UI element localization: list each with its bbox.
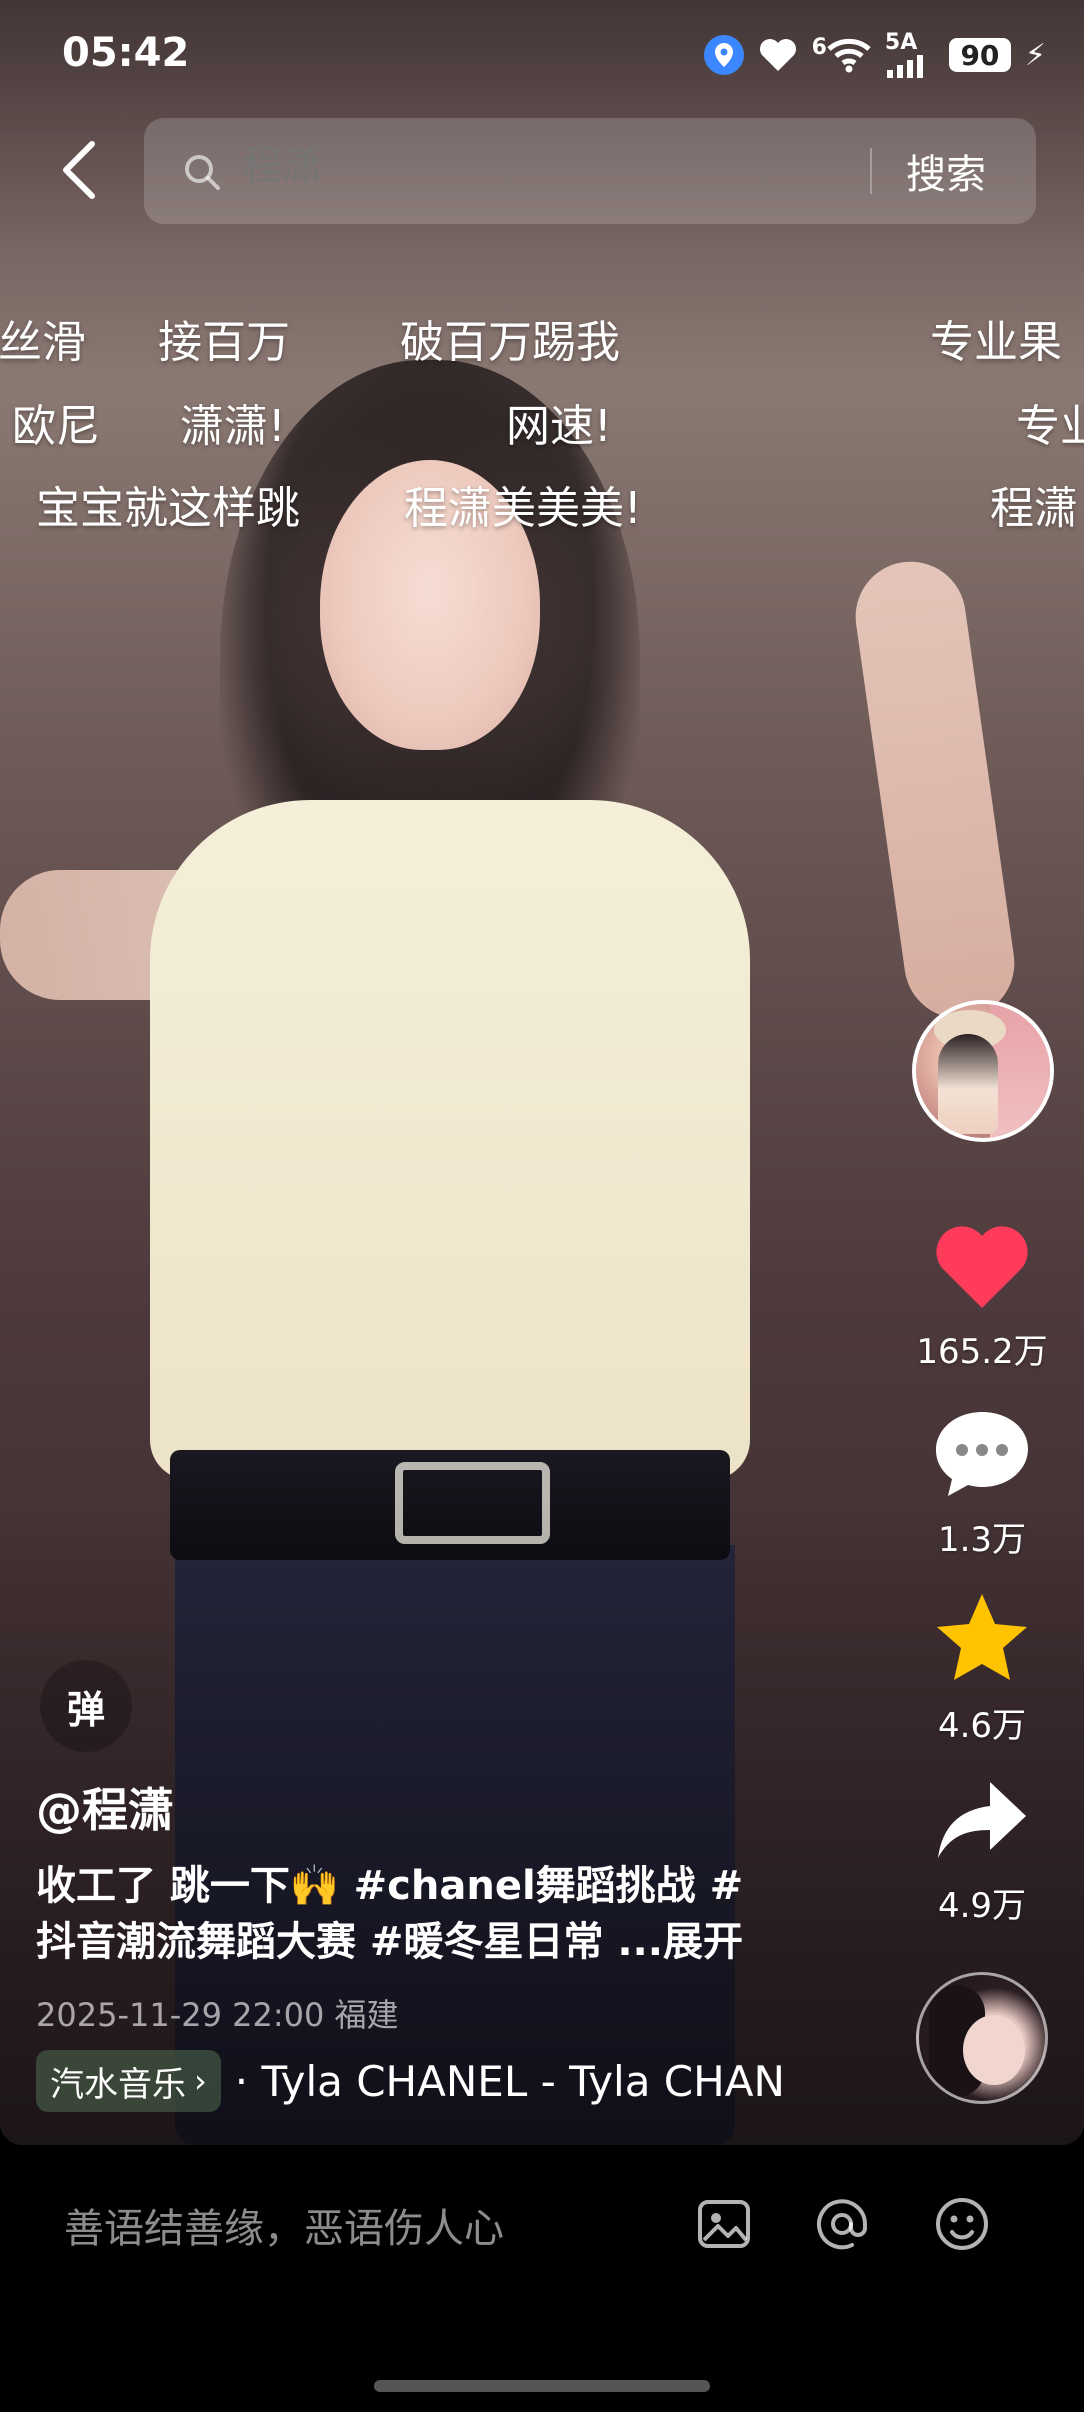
search-bar[interactable]: 搜索: [144, 118, 1036, 224]
author-name[interactable]: @程潇: [36, 1774, 174, 1840]
comment-bar: [0, 2145, 1084, 2412]
search-divider: [870, 148, 872, 194]
danmaku-comment: 破百万踢我: [400, 317, 620, 368]
network-generation: 6: [811, 35, 827, 60]
danmaku-comment: 程潇美美美!: [404, 483, 642, 534]
comment-input[interactable]: 善语结善缘，恶语伤人心: [64, 2196, 504, 2254]
status-bar: 05:42 6 5A 90 ⚡: [0, 0, 1084, 110]
danmaku-toggle-button[interactable]: 弹: [40, 1660, 132, 1752]
heart-status-icon: [759, 39, 796, 71]
wifi-icon: [827, 38, 871, 73]
like-count: 165.2万: [916, 1332, 1048, 1372]
danmaku-comment: 欧尼: [12, 401, 100, 452]
post-date-location: 2025-11-29 22:00 福建: [36, 1996, 399, 2034]
like-button[interactable]: 165.2万: [908, 1222, 1056, 1373]
emoji-icon[interactable]: [932, 2194, 992, 2254]
home-indicator[interactable]: [374, 2380, 710, 2392]
share-count: 4.9万: [937, 1886, 1027, 1926]
chevron-right-icon: ›: [194, 2062, 207, 2100]
music-app-tag[interactable]: 汽水音乐 ›: [36, 2050, 221, 2112]
signal-label: 5A: [884, 30, 918, 55]
music-disc-avatar[interactable]: [916, 1972, 1048, 2104]
search-button[interactable]: 搜索: [906, 142, 986, 200]
mention-icon[interactable]: [812, 2194, 872, 2254]
danmaku-comment: 宝宝就这样跳: [36, 483, 300, 534]
back-button[interactable]: [58, 140, 108, 200]
comment-button[interactable]: 1.3万: [908, 1408, 1056, 1561]
post-description[interactable]: 收工了 跳一下🙌 #chanel舞蹈挑战 # 抖音潮流舞蹈大赛 #暖冬星日常 .…: [36, 1858, 836, 1970]
music-app-label: 汽水音乐: [50, 2064, 186, 2105]
share-button[interactable]: 4.9万: [908, 1776, 1056, 1927]
search-icon: [185, 155, 220, 190]
music-title: · Tyla CHANEL - Tyla CHAN: [234, 2056, 785, 2106]
status-icons: 6 5A 90 ⚡: [703, 30, 1046, 80]
search-input[interactable]: [240, 142, 884, 190]
image-icon[interactable]: [694, 2194, 754, 2254]
danmaku-comment: 潇潇!: [180, 401, 286, 452]
danmaku-comment: 接百万: [158, 317, 290, 368]
author-avatar[interactable]: [912, 1000, 1054, 1142]
star-icon: [937, 1594, 1027, 1680]
avatar-person: [938, 1034, 998, 1134]
signal-bars-icon: [886, 55, 923, 78]
danmaku-comment: 网速!: [506, 401, 612, 452]
chevron-left-icon: [63, 141, 95, 199]
location-icon: [703, 35, 744, 75]
heart-icon: [936, 1226, 1028, 1308]
description-line-2: 抖音潮流舞蹈大赛 #暖冬星日常 ...展开: [36, 1919, 743, 1965]
status-time: 05:42: [62, 30, 190, 76]
cell-indicator: 5A: [885, 32, 935, 78]
wifi-indicator: 6: [812, 37, 871, 73]
charging-icon: ⚡: [1024, 37, 1046, 73]
description-line-1: 收工了 跳一下🙌 #chanel舞蹈挑战 #: [36, 1863, 744, 1909]
battery-level: 90: [948, 38, 1011, 72]
comment-bubble-icon: [936, 1412, 1028, 1496]
favorite-count: 4.6万: [937, 1706, 1027, 1746]
disc-face: [963, 2015, 1025, 2085]
share-arrow-icon: [938, 1782, 1026, 1858]
comment-count: 1.3万: [937, 1520, 1027, 1560]
danmaku-comment: 专业: [1016, 401, 1084, 452]
music-row[interactable]: 汽水音乐 › · Tyla CHANEL - Tyla CHAN: [36, 2050, 785, 2112]
danmaku-comment: 程潇: [990, 483, 1078, 534]
favorite-button[interactable]: 4.6万: [908, 1590, 1056, 1747]
danmaku-comment: 丝滑: [0, 317, 86, 368]
danmaku-comment: 专业果: [930, 317, 1062, 368]
